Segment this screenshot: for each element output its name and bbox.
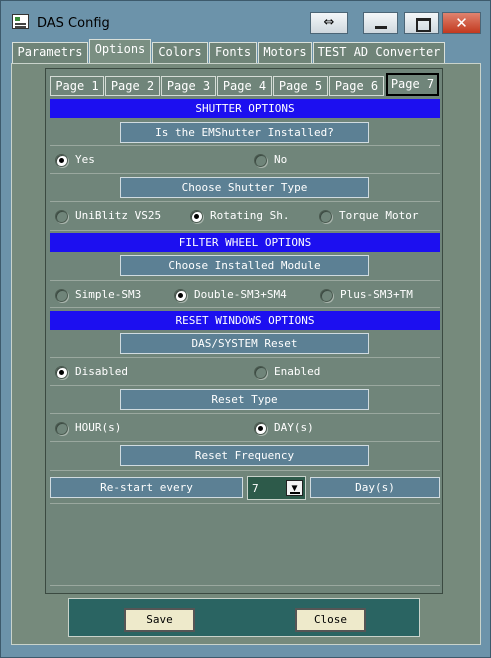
filter-wheel-options-header: FILTER WHEEL OPTIONS [50, 233, 440, 252]
divider [50, 585, 440, 586]
restore-icon: ⇔ [323, 15, 335, 30]
module-simple-radio[interactable]: Simple-SM3 [55, 287, 165, 303]
radio-unselected-icon [254, 154, 267, 167]
divider [50, 470, 440, 471]
shutter-installed-yes-radio[interactable]: Yes [55, 152, 135, 168]
radio-unselected-icon [55, 210, 68, 223]
tab-page-4[interactable]: Page 4 [217, 76, 272, 96]
radio-unselected-icon [254, 366, 267, 379]
tab-page-5[interactable]: Page 5 [273, 76, 328, 96]
das-system-reset-button[interactable]: DAS/SYSTEM Reset [120, 333, 369, 354]
divider [50, 280, 440, 281]
tab-fonts[interactable]: Fonts [209, 42, 257, 63]
reset-windows-options-header: RESET WINDOWS OPTIONS [50, 311, 440, 330]
radio-selected-icon [55, 154, 68, 167]
reset-enabled-radio[interactable]: Enabled [254, 364, 364, 380]
restore-button[interactable]: ⇔ [310, 12, 348, 34]
shutter-type-rotating-radio[interactable]: Rotating Sh. [190, 208, 300, 224]
divider [50, 145, 440, 146]
tab-options[interactable]: Options [89, 39, 151, 63]
module-plus-radio[interactable]: Plus-SM3+TM [320, 287, 430, 303]
restart-every-label: Re-start every [50, 477, 243, 498]
divider [50, 413, 440, 414]
divider [50, 441, 440, 442]
shutter-options-header: SHUTTER OPTIONS [50, 99, 440, 118]
page-7-content [45, 68, 443, 594]
shutter-installed-no-radio[interactable]: No [254, 152, 334, 168]
radio-unselected-icon [320, 289, 333, 302]
minimize-button[interactable] [363, 12, 398, 34]
emshutter-installed-button[interactable]: Is the EMShutter Installed? [120, 122, 369, 143]
divider [50, 503, 440, 504]
tab-page-7[interactable]: Page 7 [386, 73, 439, 96]
tab-page-1[interactable]: Page 1 [50, 76, 104, 96]
tab-motors[interactable]: Motors [258, 42, 312, 63]
save-button[interactable]: Save [124, 608, 195, 632]
window-title: DAS Config [37, 16, 110, 31]
close-button[interactable]: Close [295, 608, 366, 632]
restart-days-combobox[interactable]: 7 ▼ [247, 476, 306, 500]
dropdown-arrow-icon[interactable]: ▼ [286, 480, 303, 496]
divider [50, 201, 440, 202]
radio-selected-icon [254, 422, 267, 435]
radio-selected-icon [55, 366, 68, 379]
close-icon: ✕ [455, 14, 468, 32]
reset-disabled-radio[interactable]: Disabled [55, 364, 165, 380]
divider [50, 173, 440, 174]
close-window-button[interactable]: ✕ [442, 12, 481, 34]
restart-days-value: 7 [252, 482, 259, 495]
tab-colors[interactable]: Colors [152, 42, 208, 63]
radio-unselected-icon [55, 289, 68, 302]
choose-shutter-type-button[interactable]: Choose Shutter Type [120, 177, 369, 198]
reset-type-button[interactable]: Reset Type [120, 389, 369, 410]
divider [50, 357, 440, 358]
tab-page-3[interactable]: Page 3 [161, 76, 216, 96]
reset-frequency-button[interactable]: Reset Frequency [120, 445, 369, 466]
radio-selected-icon [190, 210, 203, 223]
radio-unselected-icon [55, 422, 68, 435]
shutter-type-torque-radio[interactable]: Torque Motor [319, 208, 429, 224]
tab-page-6[interactable]: Page 6 [329, 76, 384, 96]
reset-hours-radio[interactable]: HOUR(s) [55, 420, 165, 436]
tab-page-2[interactable]: Page 2 [105, 76, 160, 96]
tab-parametrs[interactable]: Parametrs [12, 42, 88, 63]
radio-selected-icon [174, 289, 187, 302]
footer-bar [68, 598, 420, 637]
shutter-type-uniblitz-radio[interactable]: UniBlitz VS25 [55, 208, 175, 224]
title-bar[interactable]: DAS Config ⇔ ✕ [1, 1, 490, 37]
divider [50, 307, 440, 308]
tab-test-ad-converter[interactable]: TEST AD Converter [313, 42, 445, 63]
app-icon [12, 14, 29, 29]
choose-installed-module-button[interactable]: Choose Installed Module [120, 255, 369, 276]
restart-unit-label: Day(s) [310, 477, 440, 498]
divider [50, 385, 440, 386]
maximize-button[interactable] [404, 12, 439, 34]
module-double-radio[interactable]: Double-SM3+SM4 [174, 287, 304, 303]
radio-unselected-icon [319, 210, 332, 223]
reset-days-radio[interactable]: DAY(s) [254, 420, 364, 436]
divider [50, 230, 440, 231]
